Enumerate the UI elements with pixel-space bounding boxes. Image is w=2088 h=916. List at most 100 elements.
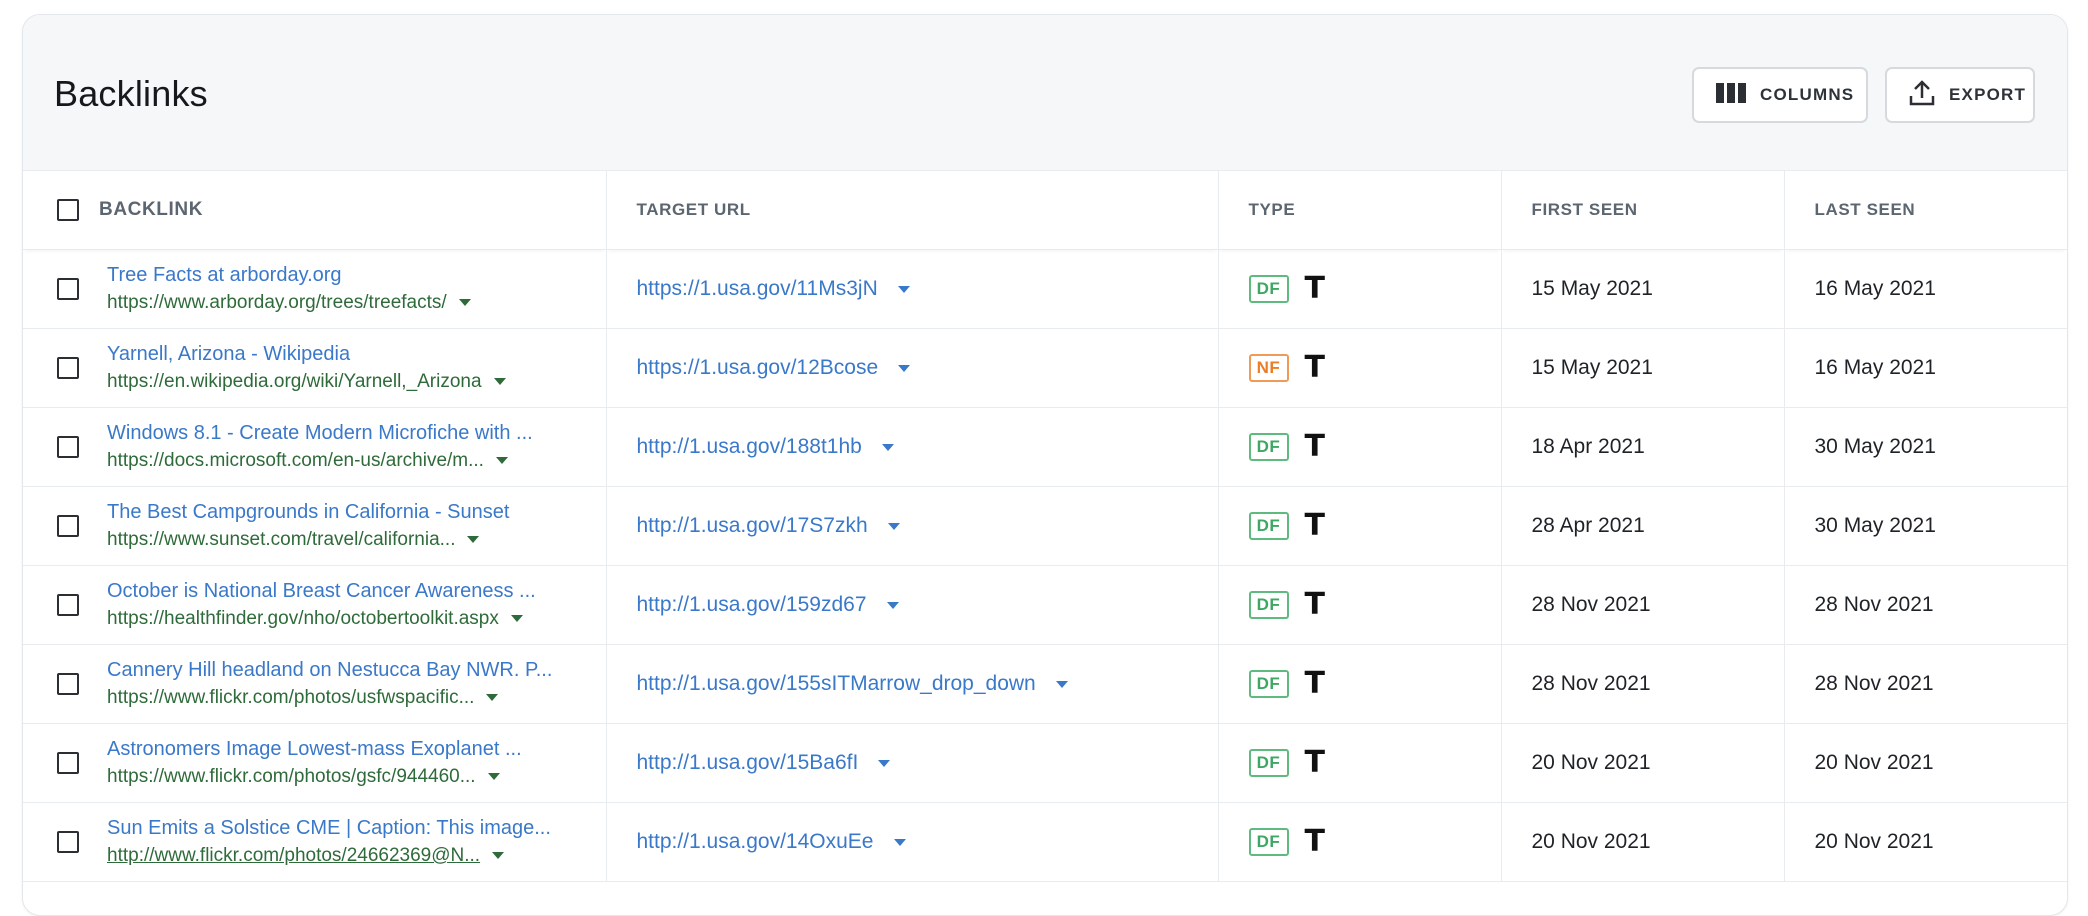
first-seen-date: 20 Nov 2021	[1531, 751, 1651, 774]
export-button[interactable]: EXPORT	[1885, 67, 2035, 123]
table-row: The Best Campgrounds in California - Sun…	[23, 486, 2067, 566]
upload-icon	[1909, 79, 1935, 112]
row-checkbox[interactable]	[57, 673, 79, 695]
backlink-title-link[interactable]: October is National Breast Cancer Awaren…	[107, 578, 536, 605]
backlink-url-dropdown[interactable]: https://www.flickr.com/photos/usfwspacif…	[107, 684, 552, 711]
first-seen-date: 15 May 2021	[1531, 277, 1653, 300]
first-seen-date: 20 Nov 2021	[1531, 830, 1651, 853]
table-header-row: BACKLINK TARGET URL TYPE FIRST SEEN LAST…	[23, 171, 2067, 250]
backlink-title-link[interactable]: Windows 8.1 - Create Modern Microfiche w…	[107, 420, 533, 447]
backlink-title-link[interactable]: Tree Facts at arborday.org	[107, 262, 471, 289]
last-seen-date: 28 Nov 2021	[1814, 672, 1934, 695]
caret-down-icon	[878, 759, 891, 767]
backlink-title-link[interactable]: The Best Campgrounds in California - Sun…	[107, 499, 509, 526]
backlink-url-dropdown[interactable]: https://www.arborday.org/trees/treefacts…	[107, 289, 471, 316]
backlink-title-link[interactable]: Sun Emits a Solstice CME | Caption: This…	[107, 815, 551, 842]
caret-down-icon	[898, 364, 911, 372]
backlink-title-link[interactable]: Cannery Hill headland on Nestucca Bay NW…	[107, 657, 552, 684]
target-url-dropdown[interactable]: http://1.usa.gov/155sITMarrow_drop_down	[607, 672, 1218, 696]
caret-down-icon	[893, 838, 906, 846]
row-checkbox[interactable]	[57, 278, 79, 300]
columns-button-label: COLUMNS	[1760, 85, 1855, 104]
backlink-url-dropdown[interactable]: https://docs.microsoft.com/en-us/archive…	[107, 447, 533, 474]
last-seen-date: 20 Nov 2021	[1814, 751, 1934, 774]
last-seen-date: 16 May 2021	[1814, 356, 1936, 379]
columns-icon	[1716, 81, 1746, 110]
target-url-dropdown[interactable]: http://1.usa.gov/188t1hb	[607, 435, 1218, 459]
target-url-dropdown[interactable]: https://1.usa.gov/11Ms3jN	[607, 277, 1218, 301]
target-url-dropdown[interactable]: http://1.usa.gov/17S7zkh	[607, 514, 1218, 538]
text-type-icon: T	[1304, 271, 1325, 306]
caret-down-icon	[458, 299, 471, 306]
caret-down-icon	[467, 536, 480, 543]
table-row: October is National Breast Cancer Awaren…	[23, 565, 2067, 645]
backlink-url-dropdown[interactable]: https://www.flickr.com/photos/gsfc/94446…	[107, 763, 522, 790]
caret-down-icon	[881, 443, 894, 451]
row-checkbox[interactable]	[57, 752, 79, 774]
backlinks-card: Backlinks COLUMNS EXPORT BACKLINK TARGET…	[22, 14, 2068, 916]
row-checkbox[interactable]	[57, 594, 79, 616]
table-row: Sun Emits a Solstice CME | Caption: This…	[23, 802, 2067, 882]
text-type-icon: T	[1304, 666, 1325, 701]
first-seen-date: 18 Apr 2021	[1531, 435, 1645, 458]
card-header: Backlinks COLUMNS EXPORT	[23, 15, 2067, 171]
last-seen-date: 30 May 2021	[1814, 435, 1936, 458]
table-body: Tree Facts at arborday.org https://www.a…	[23, 249, 2067, 882]
dofollow-badge: DF	[1248, 275, 1289, 303]
row-checkbox[interactable]	[57, 357, 79, 379]
columns-button[interactable]: COLUMNS	[1692, 67, 1868, 123]
text-type-icon: T	[1304, 824, 1325, 859]
column-header-last-seen[interactable]: LAST SEEN	[1784, 171, 2067, 250]
dofollow-badge: DF	[1248, 512, 1289, 540]
table-row: Windows 8.1 - Create Modern Microfiche w…	[23, 407, 2067, 487]
target-url-dropdown[interactable]: http://1.usa.gov/14OxuEe	[607, 830, 1218, 854]
dofollow-badge: DF	[1248, 828, 1289, 856]
backlink-url-dropdown[interactable]: https://en.wikipedia.org/wiki/Yarnell,_A…	[107, 368, 506, 395]
table-row: Astronomers Image Lowest-mass Exoplanet …	[23, 723, 2067, 803]
nofollow-badge: NF	[1248, 354, 1289, 382]
text-type-icon: T	[1304, 587, 1325, 622]
page-title: Backlinks	[54, 73, 208, 114]
caret-down-icon	[897, 285, 910, 293]
first-seen-date: 28 Apr 2021	[1531, 514, 1645, 537]
text-type-icon: T	[1304, 508, 1325, 543]
backlink-url-dropdown[interactable]: http://www.flickr.com/photos/24662369@N.…	[107, 842, 551, 869]
column-header-target-url[interactable]: TARGET URL	[606, 171, 1219, 250]
column-header-backlink: BACKLINK	[23, 171, 607, 250]
text-type-icon: T	[1304, 429, 1325, 464]
first-seen-date: 28 Nov 2021	[1531, 672, 1651, 695]
dofollow-badge: DF	[1248, 749, 1289, 777]
caret-down-icon	[486, 694, 499, 701]
backlink-title-link[interactable]: Astronomers Image Lowest-mass Exoplanet …	[107, 736, 522, 763]
column-header-type[interactable]: TYPE	[1218, 171, 1502, 250]
text-type-icon: T	[1304, 745, 1325, 780]
column-header-first-seen[interactable]: FIRST SEEN	[1501, 171, 1785, 250]
caret-down-icon	[495, 457, 508, 464]
export-button-label: EXPORT	[1949, 85, 2027, 104]
select-all-checkbox[interactable]	[57, 199, 79, 221]
target-url-dropdown[interactable]: http://1.usa.gov/15Ba6fI	[607, 751, 1218, 775]
backlink-title-link[interactable]: Yarnell, Arizona - Wikipedia	[107, 341, 506, 368]
backlinks-table: BACKLINK TARGET URL TYPE FIRST SEEN LAST…	[23, 171, 2067, 882]
text-type-icon: T	[1304, 350, 1325, 385]
table-row: Cannery Hill headland on Nestucca Bay NW…	[23, 644, 2067, 724]
caret-down-icon	[492, 852, 505, 859]
caret-down-icon	[510, 615, 523, 622]
target-url-dropdown[interactable]: http://1.usa.gov/159zd67	[607, 593, 1218, 617]
caret-down-icon	[487, 773, 500, 780]
caret-down-icon	[493, 378, 506, 385]
caret-down-icon	[886, 601, 899, 609]
first-seen-date: 28 Nov 2021	[1531, 593, 1651, 616]
row-checkbox[interactable]	[57, 515, 79, 537]
target-url-dropdown[interactable]: https://1.usa.gov/12Bcose	[607, 356, 1218, 380]
last-seen-date: 28 Nov 2021	[1814, 593, 1934, 616]
backlink-url-dropdown[interactable]: https://www.sunset.com/travel/california…	[107, 526, 509, 553]
last-seen-date: 20 Nov 2021	[1814, 830, 1934, 853]
backlink-url-dropdown[interactable]: https://healthfinder.gov/nho/octobertool…	[107, 605, 536, 632]
row-checkbox[interactable]	[57, 831, 79, 853]
last-seen-date: 16 May 2021	[1814, 277, 1936, 300]
dofollow-badge: DF	[1248, 670, 1289, 698]
dofollow-badge: DF	[1248, 433, 1289, 461]
table-row: Tree Facts at arborday.org https://www.a…	[23, 249, 2067, 329]
row-checkbox[interactable]	[57, 436, 79, 458]
